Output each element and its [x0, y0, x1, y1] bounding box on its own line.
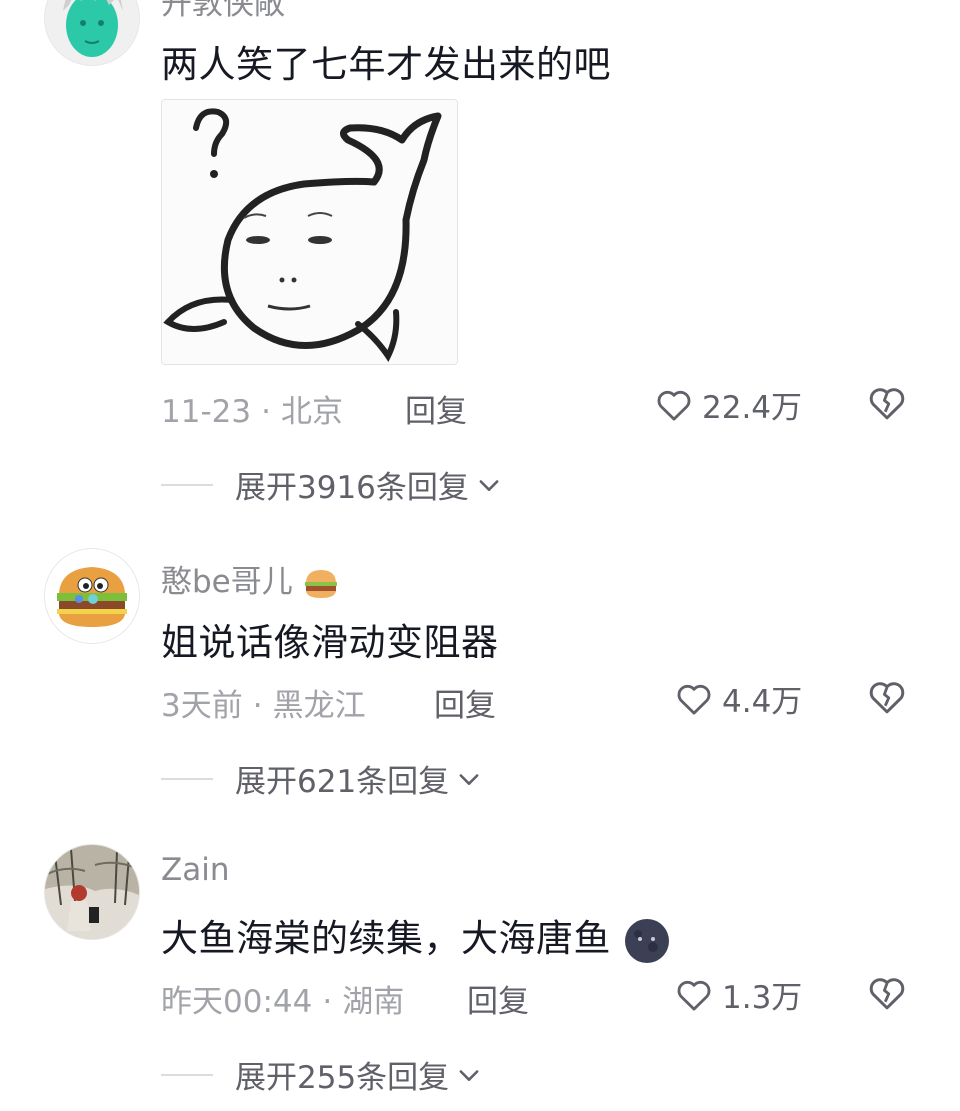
- meta-separator: ·: [322, 984, 333, 1020]
- expand-replies-button[interactable]: 展开621条回复: [161, 756, 483, 801]
- username[interactable]: Zain: [161, 852, 230, 888]
- comment-text-content: 大鱼海棠的续集，大海唐鱼: [161, 917, 611, 960]
- comment-location: 北京: [280, 394, 343, 430]
- expand-label: 展开3916条回复: [235, 470, 469, 506]
- chevron-down-icon: [479, 479, 499, 491]
- broken-heart-icon[interactable]: [866, 382, 908, 424]
- avatar[interactable]: [44, 548, 140, 644]
- divider-line: [161, 777, 213, 780]
- burger-emoji-icon: [304, 569, 337, 598]
- comment-text: 姐说话像滑动变阻器: [161, 621, 499, 664]
- whale-sticker-icon: [162, 100, 457, 364]
- reply-button[interactable]: 回复: [405, 386, 467, 431]
- comment-date: 昨天00:44: [161, 984, 313, 1020]
- avatar[interactable]: [44, 844, 140, 940]
- comment-date: 3天前: [161, 688, 243, 724]
- chevron-down-icon: [459, 1069, 479, 1081]
- comment-date: 11-23: [161, 394, 252, 430]
- new-moon-face-emoji-icon: [625, 918, 670, 963]
- reply-button[interactable]: 回复: [434, 680, 496, 725]
- broken-heart-icon[interactable]: [866, 676, 908, 718]
- comment-location: 黑龙江: [272, 688, 366, 724]
- comment-item: 开敦侠敞 两人笑了七年才发出来的吧 11-23 · 北京 回复 22.4万 展开…: [0, 0, 960, 520]
- expand-label: 展开621条回复: [235, 764, 450, 800]
- heart-outline-icon: [677, 980, 711, 1011]
- comment-item: 憨be哥儿 姐说话像滑动变阻器 3天前 · 黑龙江 回复 4.4万 展开621条…: [0, 548, 960, 810]
- expand-replies-button[interactable]: 展开3916条回复: [161, 462, 503, 507]
- reply-button[interactable]: 回复: [467, 976, 529, 1021]
- meta-separator: ·: [252, 688, 263, 724]
- comment-meta: 3天前 · 黑龙江: [161, 680, 366, 725]
- comment-item: Zain 大鱼海棠的续集，大海唐鱼 昨天00:44 · 湖南 回复 1.3万 展…: [0, 844, 960, 1111]
- like-button[interactable]: 4.4万: [674, 676, 802, 721]
- username[interactable]: 憨be哥儿: [161, 556, 339, 601]
- like-count: 22.4万: [702, 390, 803, 426]
- like-count: 4.4万: [722, 684, 803, 720]
- meta-separator: ·: [261, 394, 271, 430]
- comment-meta: 昨天00:44 · 湖南: [161, 976, 404, 1021]
- username-text: 憨be哥儿: [161, 564, 293, 600]
- sticker-image[interactable]: [161, 99, 458, 365]
- divider-line: [161, 1073, 213, 1076]
- comment-text: 大鱼海棠的续集，大海唐鱼: [161, 908, 671, 965]
- comment-list: 开敦侠敞 两人笑了七年才发出来的吧 11-23 · 北京 回复 22.4万 展开…: [0, 0, 960, 1111]
- like-button[interactable]: 1.3万: [674, 972, 802, 1017]
- chevron-down-icon: [459, 773, 479, 785]
- comment-text: 两人笑了七年才发出来的吧: [161, 43, 611, 86]
- divider-line: [161, 483, 213, 486]
- comment-meta: 11-23 · 北京: [161, 386, 343, 431]
- broken-heart-icon[interactable]: [866, 972, 908, 1014]
- avatar[interactable]: [44, 0, 140, 66]
- heart-outline-icon: [677, 684, 711, 715]
- expand-replies-button[interactable]: 展开255条回复: [161, 1052, 483, 1097]
- expand-label: 展开255条回复: [235, 1060, 450, 1096]
- heart-outline-icon: [657, 390, 691, 421]
- like-count: 1.3万: [722, 980, 803, 1016]
- comment-location: 湖南: [342, 984, 405, 1020]
- like-button[interactable]: 22.4万: [654, 382, 802, 427]
- username[interactable]: 开敦侠敞: [161, 0, 285, 23]
